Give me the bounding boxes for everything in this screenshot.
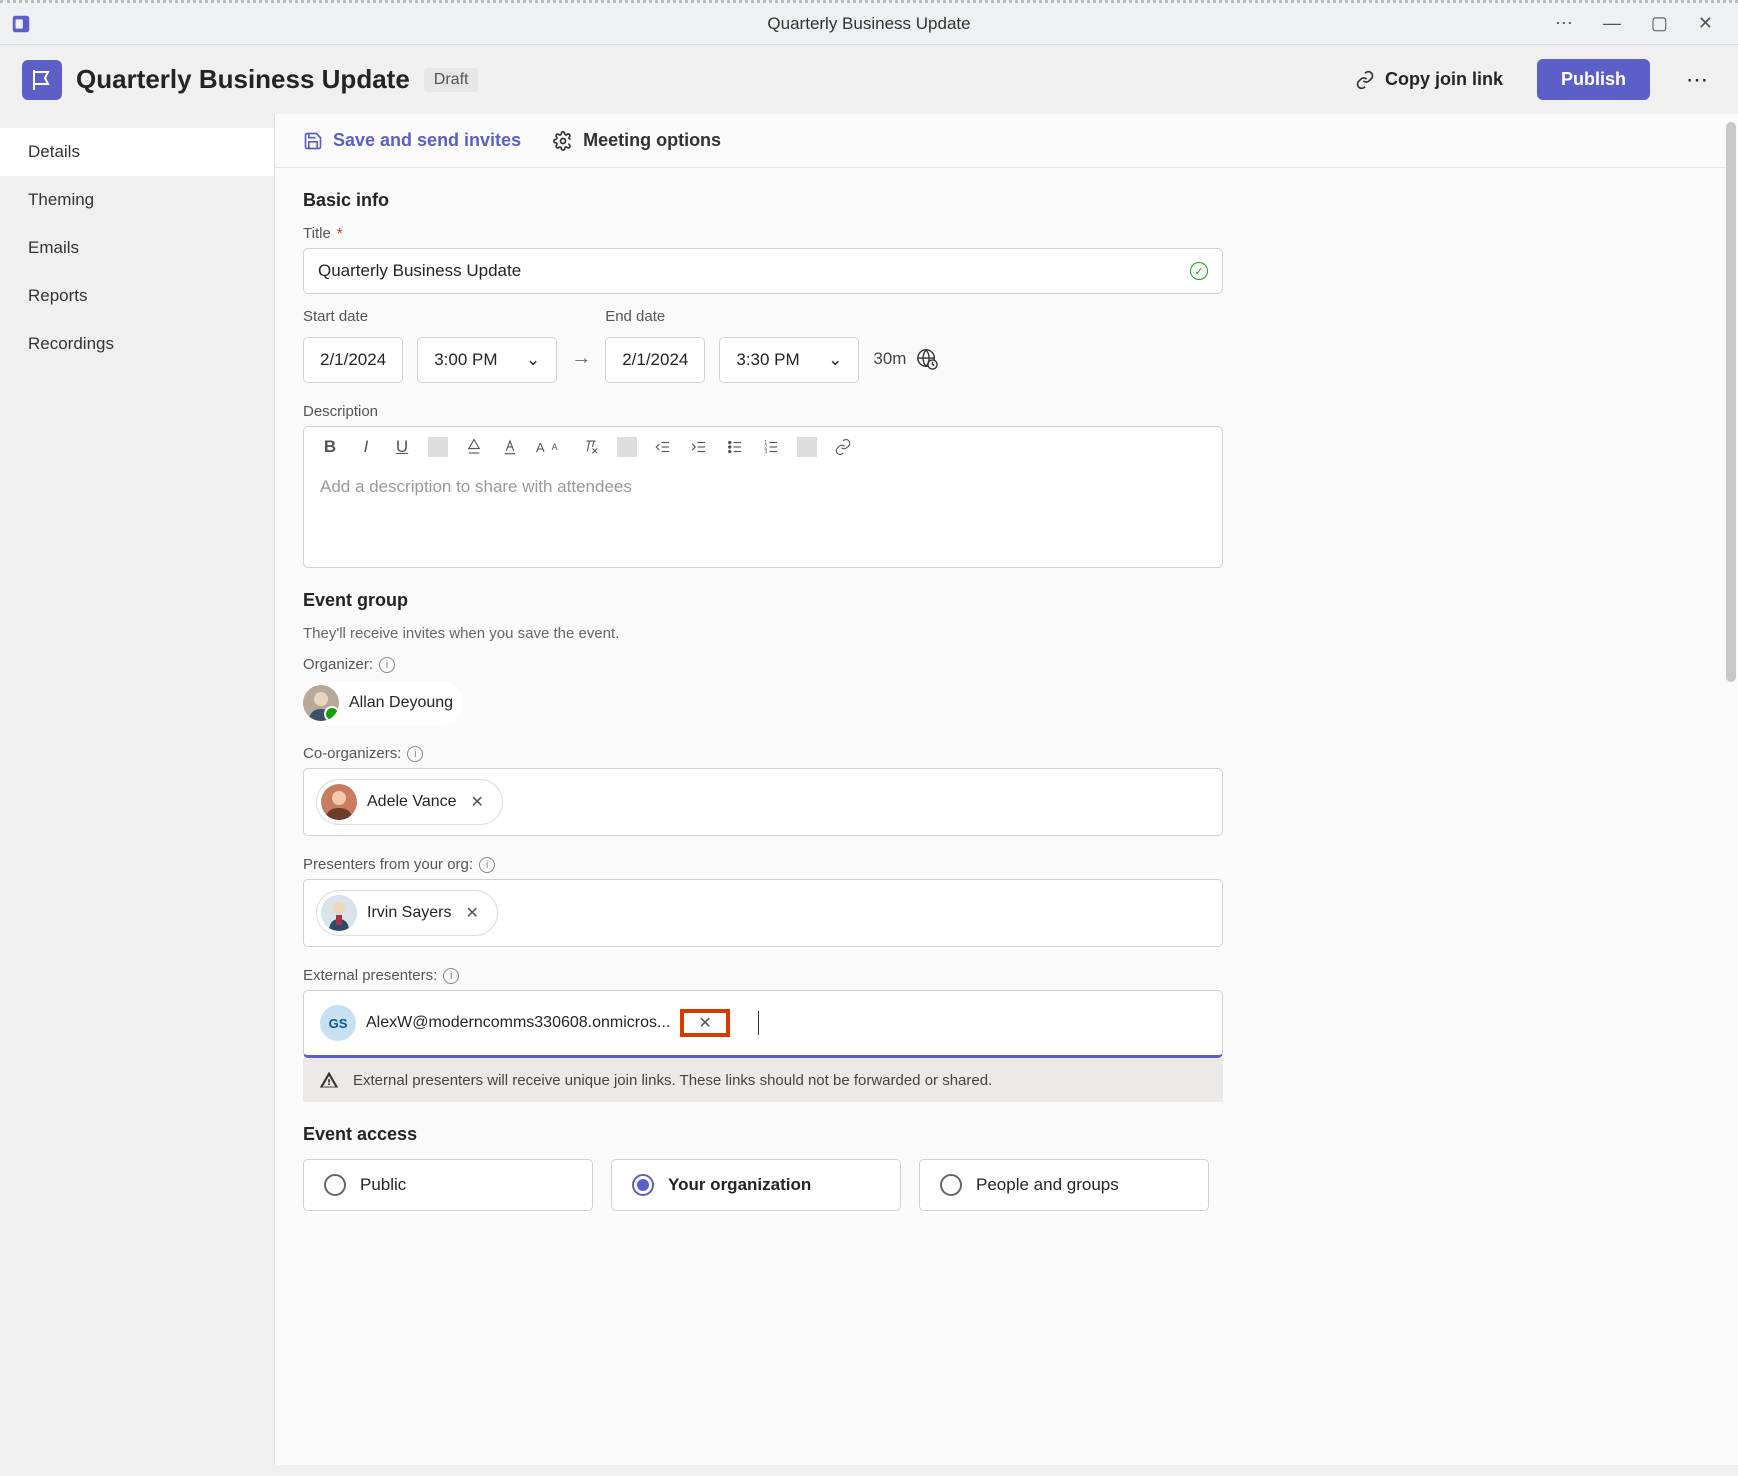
publish-button[interactable]: Publish <box>1537 59 1650 100</box>
sidebar-item-details[interactable]: Details <box>0 128 274 176</box>
info-icon[interactable]: i <box>407 746 423 762</box>
avatar-initials: GS <box>320 1005 356 1041</box>
link-icon <box>1355 70 1375 90</box>
organizer-label: Organizer: i <box>303 656 1507 673</box>
remove-icon[interactable]: ✕ <box>684 1003 725 1044</box>
maximize-icon[interactable]: ▢ <box>1651 13 1668 34</box>
coorganizer-chip: Adele Vance ✕ <box>316 779 503 825</box>
more-actions-icon[interactable]: ⋯ <box>1678 63 1716 97</box>
external-presenter-chip: GS AlexW@moderncomms330608.onmicros... ✕ <box>316 1001 730 1045</box>
title-input[interactable]: Quarterly Business Update ✓ <box>303 248 1223 294</box>
font-size-icon[interactable]: AA <box>536 440 565 455</box>
bullet-list-icon[interactable] <box>725 438 745 456</box>
start-time-input[interactable]: 3:00 PM ⌄ <box>417 337 557 383</box>
coorganizer-name: Adele Vance <box>367 793 457 811</box>
save-icon <box>303 131 323 151</box>
radio-icon <box>940 1174 962 1196</box>
check-icon: ✓ <box>1190 262 1208 280</box>
coorganizers-label: Co-organizers: i <box>303 745 1507 762</box>
copy-join-link-button[interactable]: Copy join link <box>1355 69 1503 90</box>
page-header: Quarterly Business Update Draft Copy joi… <box>0 45 1738 114</box>
start-date-input[interactable]: 2/1/2024 <box>303 337 403 383</box>
number-list-icon[interactable]: 123 <box>761 438 781 456</box>
remove-icon[interactable]: ✕ <box>467 792 488 812</box>
avatar <box>321 784 357 820</box>
page-title: Quarterly Business Update <box>76 64 410 95</box>
external-warning: External presenters will receive unique … <box>303 1058 1223 1102</box>
external-presenters-input[interactable]: GS AlexW@moderncomms330608.onmicros... ✕ <box>303 990 1223 1058</box>
radio-icon <box>632 1174 654 1196</box>
sidebar-item-recordings[interactable]: Recordings <box>0 320 274 368</box>
access-option-people-groups[interactable]: People and groups <box>919 1159 1209 1211</box>
start-date-label: Start date <box>303 308 557 325</box>
gear-icon <box>553 131 573 151</box>
event-access-heading: Event access <box>303 1124 1507 1145</box>
editor-toolbar: B I U AA 123 <box>304 427 1222 467</box>
clear-format-icon[interactable] <box>581 438 601 456</box>
presenter-chip: Irvin Sayers ✕ <box>316 890 498 936</box>
presenters-label: Presenters from your org: i <box>303 856 1507 873</box>
main-content: Save and send invites Meeting options Ba… <box>275 114 1738 1465</box>
info-icon[interactable]: i <box>479 857 495 873</box>
sidebar: Details Theming Emails Reports Recording… <box>0 114 275 1465</box>
organizer-chip: Allan Deyoung <box>303 681 463 725</box>
close-window-icon[interactable]: ✕ <box>1698 13 1713 34</box>
duration-text: 30m <box>873 349 906 369</box>
avatar <box>303 685 339 721</box>
timezone-icon[interactable] <box>916 348 938 370</box>
end-time-input[interactable]: 3:30 PM ⌄ <box>719 337 859 383</box>
app-icon <box>10 13 32 35</box>
basic-info-heading: Basic info <box>303 190 1507 211</box>
outdent-icon[interactable] <box>653 438 673 456</box>
organizer-name: Allan Deyoung <box>349 694 453 712</box>
end-date-input[interactable]: 2/1/2024 <box>605 337 705 383</box>
event-icon <box>22 60 62 100</box>
end-date-label: End date <box>605 308 859 325</box>
info-icon[interactable]: i <box>443 968 459 984</box>
title-label: Title* <box>303 225 1507 242</box>
action-bar: Save and send invites Meeting options <box>275 114 1728 168</box>
access-option-public[interactable]: Public <box>303 1159 593 1211</box>
presenters-input[interactable]: Irvin Sayers ✕ <box>303 879 1223 947</box>
presenter-name: Irvin Sayers <box>367 904 451 922</box>
description-textarea[interactable]: Add a description to share with attendee… <box>304 467 1222 567</box>
more-window-icon[interactable]: ⋯ <box>1555 13 1573 34</box>
description-editor[interactable]: B I U AA 123 Add a description to <box>303 426 1223 568</box>
font-color-icon[interactable] <box>500 438 520 456</box>
chevron-down-icon: ⌄ <box>828 350 842 370</box>
highlight-icon[interactable] <box>464 438 484 456</box>
external-presenters-label: External presenters: i <box>303 967 1507 984</box>
external-presenter-email: AlexW@moderncomms330608.onmicros... <box>366 1014 670 1032</box>
coorganizers-input[interactable]: Adele Vance ✕ <box>303 768 1223 836</box>
sidebar-item-reports[interactable]: Reports <box>0 272 274 320</box>
avatar <box>321 895 357 931</box>
event-group-heading: Event group <box>303 590 1507 611</box>
bold-icon[interactable]: B <box>320 437 340 457</box>
arrow-icon: → <box>571 321 591 370</box>
status-badge: Draft <box>424 68 479 92</box>
save-send-invites-button[interactable]: Save and send invites <box>303 130 521 151</box>
window-titlebar: Quarterly Business Update ⋯ — ▢ ✕ <box>0 0 1738 45</box>
meeting-options-button[interactable]: Meeting options <box>553 130 721 151</box>
chevron-down-icon: ⌄ <box>526 350 540 370</box>
remove-icon[interactable]: ✕ <box>461 903 482 923</box>
indent-icon[interactable] <box>689 438 709 456</box>
window-title: Quarterly Business Update <box>767 14 970 34</box>
italic-icon[interactable]: I <box>356 437 376 457</box>
radio-icon <box>324 1174 346 1196</box>
sidebar-item-emails[interactable]: Emails <box>0 224 274 272</box>
sidebar-item-theming[interactable]: Theming <box>0 176 274 224</box>
info-icon[interactable]: i <box>379 657 395 673</box>
event-group-subtext: They'll receive invites when you save th… <box>303 625 1507 642</box>
scrollbar[interactable] <box>1726 122 1736 682</box>
minimize-icon[interactable]: — <box>1603 13 1621 34</box>
text-cursor <box>758 1011 759 1035</box>
description-label: Description <box>303 403 1507 420</box>
highlighted-remove-box: ✕ <box>680 1009 729 1037</box>
warning-icon <box>319 1070 339 1090</box>
access-option-your-org[interactable]: Your organization <box>611 1159 901 1211</box>
svg-text:3: 3 <box>764 449 767 455</box>
underline-icon[interactable]: U <box>392 437 412 457</box>
link-icon[interactable] <box>833 438 853 456</box>
